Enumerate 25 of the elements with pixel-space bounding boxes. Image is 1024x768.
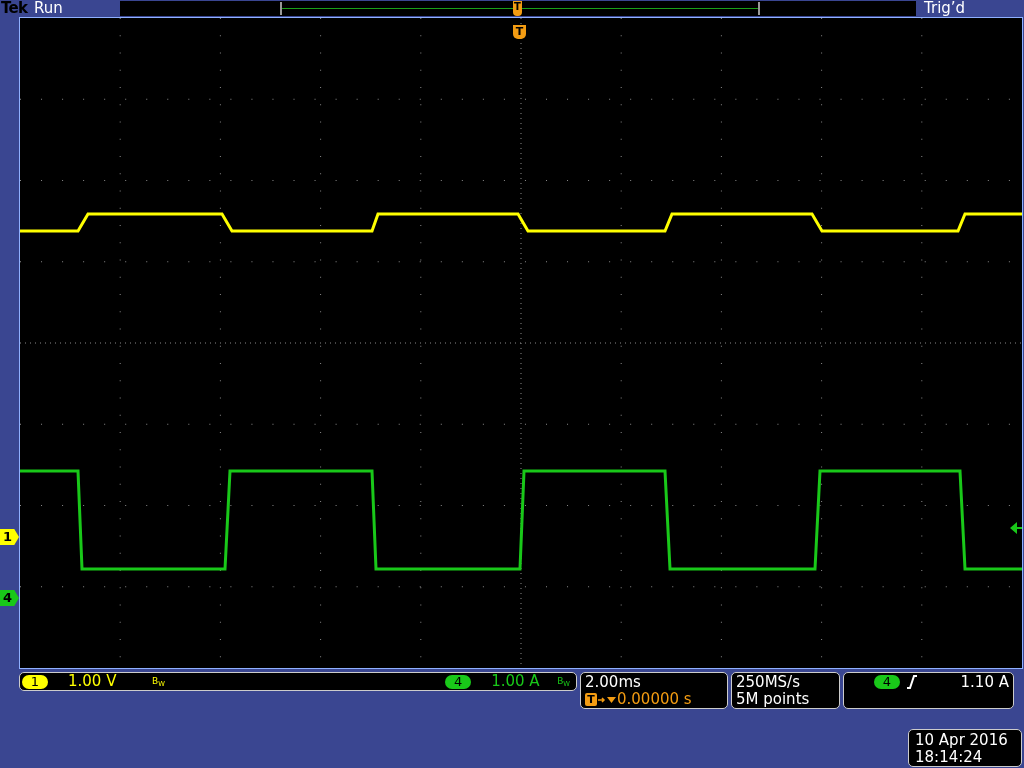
horizontal-scale: 2.00ms xyxy=(585,675,642,690)
rising-edge-icon xyxy=(906,675,918,689)
date: 10 Apr 2016 xyxy=(915,732,1009,749)
trigger-position-marker: T xyxy=(513,1,522,16)
trigger-status: Trig’d xyxy=(923,1,966,16)
bandwidth-limit-indicator: B$_{W}$ xyxy=(152,677,165,686)
channel-badge: 1 xyxy=(22,674,48,689)
trigger-level-arrow-icon xyxy=(1010,522,1022,534)
trigger-position-marker: T xyxy=(513,25,526,39)
channel-badge: 4 xyxy=(445,674,472,689)
vertical-scale: 1.00 A xyxy=(491,674,541,689)
run-state: Run xyxy=(34,1,64,16)
sample-rate: 250MS/s xyxy=(736,675,801,690)
trigger-level: 1.10 A xyxy=(960,675,1009,690)
brand-logo: Tek xyxy=(0,1,29,16)
arrow-to-marker-icon xyxy=(597,694,617,705)
bandwidth-limit-indicator: B$_{W}$ xyxy=(557,677,570,686)
vertical-scale: 1.00 V xyxy=(68,674,118,689)
record-length: 5M points xyxy=(736,692,811,707)
horizontal-position: 0.00000 s xyxy=(617,692,692,707)
channel-level-marker: 1 xyxy=(0,529,19,545)
channel-level-marker: 4 xyxy=(0,590,19,606)
trigger-badge: T xyxy=(585,693,597,706)
channel-badge: 4 xyxy=(874,675,900,689)
time: 18:14:24 xyxy=(915,749,984,766)
